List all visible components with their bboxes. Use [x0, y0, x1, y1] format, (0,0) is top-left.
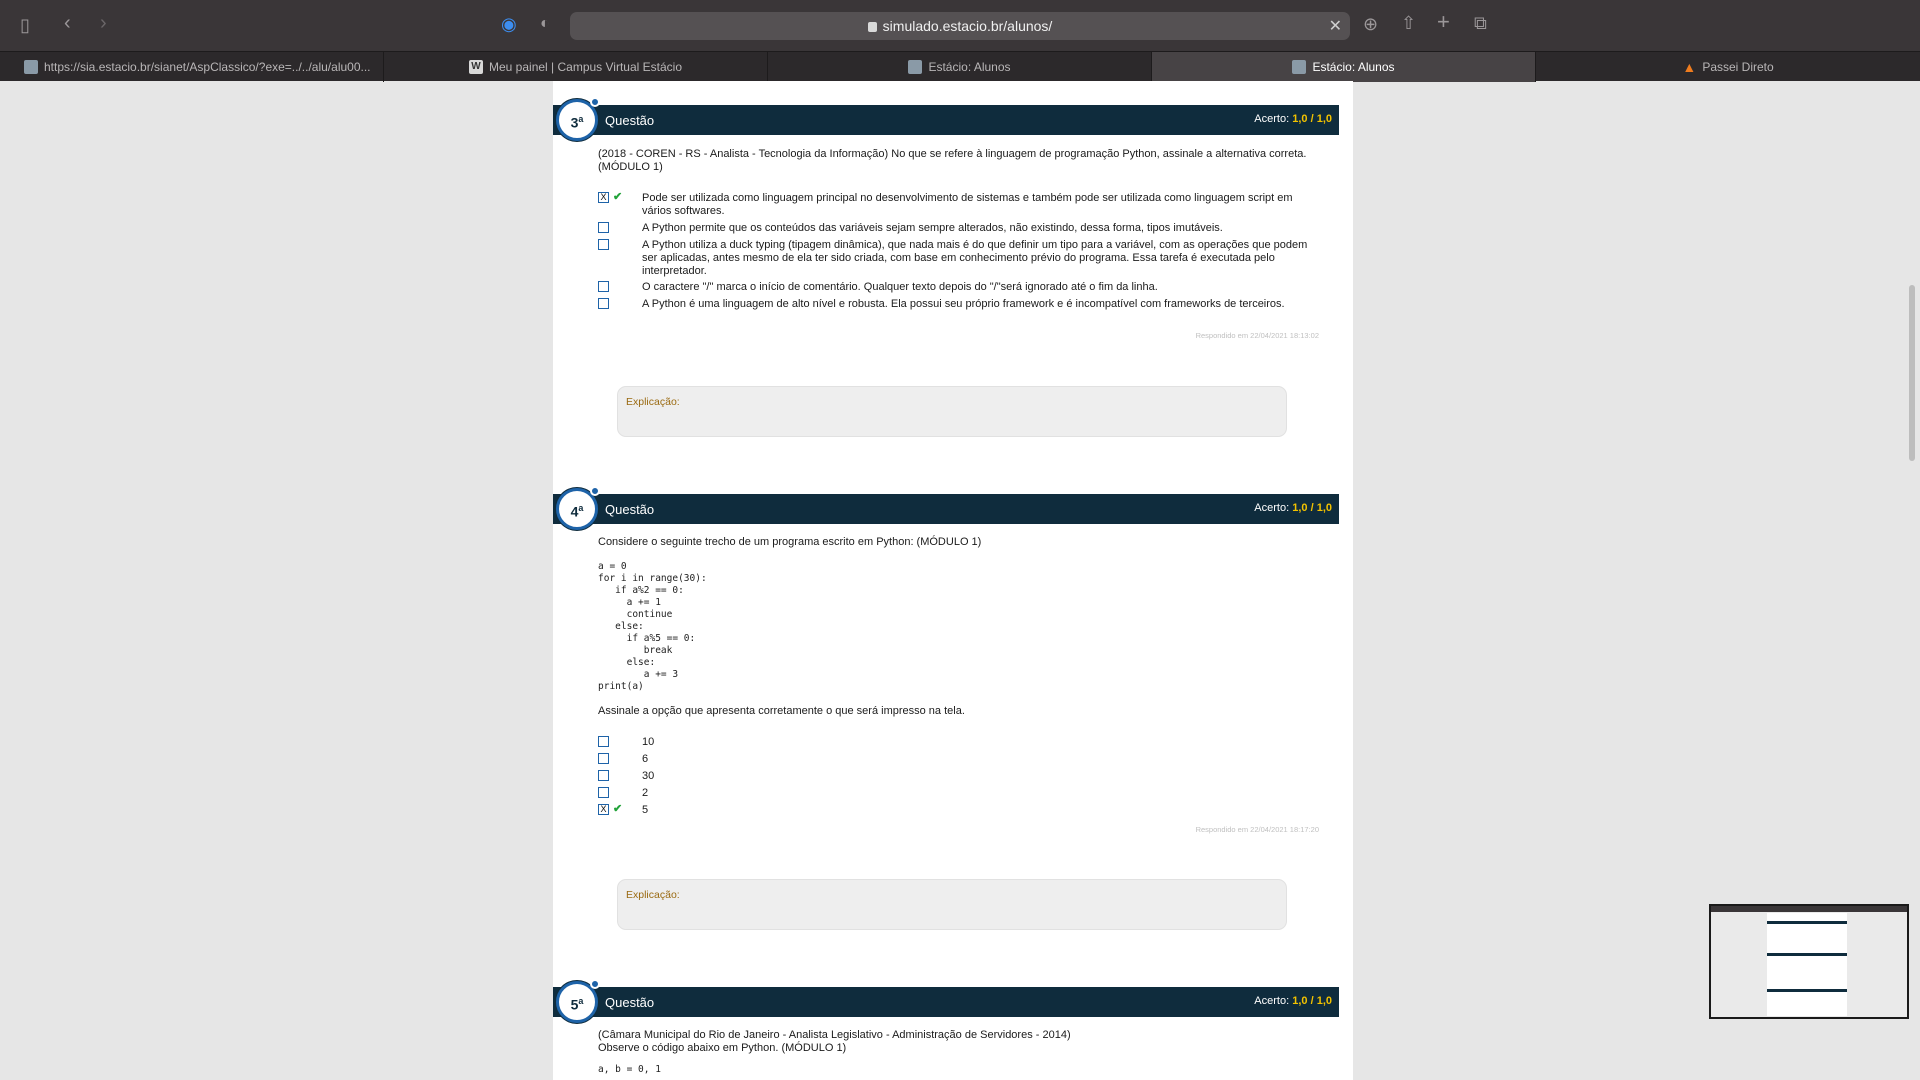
code-snippet: a, b = 0, 1	[598, 1064, 661, 1075]
question-title: Questão	[605, 113, 655, 128]
answer-option[interactable]: O caractere "/" marca o início de coment…	[598, 281, 1318, 295]
answer-option[interactable]: A Python utiliza a duck typing (tipagem …	[598, 239, 1318, 278]
tab-bar: https://sia.estacio.br/sianet/AspClassic…	[0, 51, 1920, 82]
checkbox-checked[interactable]: X	[598, 192, 609, 203]
answered-timestamp: Respondido em 22/04/2021 18:13:02	[1195, 331, 1319, 340]
explanation-label: Explicação:	[626, 889, 680, 901]
back-icon[interactable]: ‹	[64, 13, 71, 33]
option-text: A Python permite que os conteúdos das va…	[642, 222, 1223, 234]
w-favicon-icon: W	[469, 60, 483, 74]
window-thumbnail-preview[interactable]	[1709, 904, 1909, 1019]
checkbox-checked[interactable]: X	[598, 804, 609, 815]
share-icon[interactable]: ⇧	[1401, 13, 1416, 33]
code-snippet: a = 0 for i in range(30): if a%2 == 0: a…	[598, 561, 707, 692]
question-title: Questão	[605, 502, 655, 517]
checkbox[interactable]	[598, 239, 609, 250]
question-number-badge: 4a	[556, 486, 600, 530]
question-header: Questão Acerto: 1,0 / 1,0	[553, 987, 1339, 1017]
url-text: simulado.estacio.br/alunos/	[882, 18, 1053, 34]
lock-icon	[867, 22, 877, 32]
option-text: Pode ser utilizada como linguagem princi…	[642, 192, 1293, 217]
clear-url-icon[interactable]: ✕	[1329, 16, 1342, 36]
question-statement: Considere o seguinte trecho de um progra…	[598, 536, 982, 548]
explanation-box: Explicação:	[617, 386, 1287, 437]
answer-option[interactable]: 6	[598, 753, 1318, 767]
question-score: Acerto: 1,0 / 1,0	[1254, 995, 1332, 1007]
option-text: 5	[642, 804, 649, 816]
tab-label: Meu painel | Campus Virtual Estácio	[489, 60, 682, 74]
page-scrollbar[interactable]	[1909, 285, 1915, 461]
site-favicon-icon	[24, 60, 38, 74]
answer-option[interactable]: A Python é uma linguagem de alto nível e…	[598, 298, 1318, 324]
exam-page: Questão Acerto: 1,0 / 1,0 3a (2018 - COR…	[553, 81, 1353, 1080]
checkbox[interactable]	[598, 736, 609, 747]
answer-option[interactable]: X ✔ 5	[598, 803, 1318, 818]
answer-option[interactable]: 30	[598, 770, 1318, 784]
tab-overview-icon[interactable]: ⧉	[1474, 13, 1487, 33]
sidebar-toggle-icon[interactable]: ▯	[20, 15, 30, 35]
new-tab-icon[interactable]: +	[1437, 11, 1450, 33]
shield-icon[interactable]: ◐	[540, 14, 550, 34]
question-statement: (2018 - COREN - RS - Analista - Tecnolog…	[598, 148, 1307, 173]
explanation-label: Explicação:	[626, 396, 680, 408]
option-text: A Python utiliza a duck typing (tipagem …	[642, 239, 1308, 277]
question-title: Questão	[605, 995, 655, 1010]
answer-option[interactable]: X ✔ Pode ser utilizada como linguagem pr…	[598, 191, 1318, 218]
correct-check-icon: ✔	[613, 191, 623, 203]
option-text: 6	[642, 753, 649, 765]
question-header: Questão Acerto: 1,0 / 1,0	[553, 494, 1339, 524]
question-number-badge: 5a	[556, 979, 600, 1023]
tab-estacio-alunos-1[interactable]: Estácio: Alunos	[768, 52, 1152, 82]
tab-sia[interactable]: https://sia.estacio.br/sianet/AspClassic…	[0, 52, 384, 82]
option-text: 30	[642, 770, 655, 782]
option-text: A Python é uma linguagem de alto nível e…	[642, 298, 1285, 310]
checkbox[interactable]	[598, 281, 609, 292]
checkbox[interactable]	[598, 222, 609, 233]
checkbox[interactable]	[598, 753, 609, 764]
tab-campus-virtual[interactable]: W Meu painel | Campus Virtual Estácio	[384, 52, 768, 82]
checkbox[interactable]	[598, 787, 609, 798]
question-score: Acerto: 1,0 / 1,0	[1254, 113, 1332, 125]
answered-timestamp: Respondido em 22/04/2021 18:17:20	[1195, 825, 1319, 834]
checkbox[interactable]	[598, 298, 609, 309]
extension-icon[interactable]: ◉	[501, 14, 517, 34]
address-bar[interactable]: simulado.estacio.br/alunos/ ✕	[570, 12, 1350, 40]
option-text: 2	[642, 787, 649, 799]
correct-check-icon: ✔	[613, 803, 623, 815]
download-icon[interactable]: ⊕	[1363, 14, 1378, 34]
answer-option[interactable]: A Python permite que os conteúdos das va…	[598, 222, 1318, 236]
tab-label: Estácio: Alunos	[1312, 60, 1395, 74]
answer-option[interactable]: 2	[598, 787, 1318, 801]
tab-passei-direto[interactable]: ▲ Passei Direto	[1536, 52, 1920, 82]
estacio-favicon-icon	[908, 60, 923, 74]
answer-option[interactable]: 10	[598, 736, 1318, 750]
question-header: Questão Acerto: 1,0 / 1,0	[553, 105, 1339, 135]
tab-label: Estácio: Alunos	[928, 60, 1011, 74]
question-statement: (Câmara Municipal do Rio de Janeiro - An…	[598, 1029, 1071, 1041]
forward-icon[interactable]: ›	[100, 13, 107, 33]
question-prompt: Assinale a opção que apresenta corretame…	[598, 705, 965, 717]
checkbox[interactable]	[598, 770, 609, 781]
option-text: 10	[642, 736, 655, 748]
question-number-badge: 3a	[556, 97, 600, 141]
option-text: O caractere "/" marca o início de coment…	[642, 281, 1158, 293]
tab-estacio-alunos-active[interactable]: Estácio: Alunos	[1152, 52, 1536, 82]
question-statement-line2: Observe o código abaixo em Python. (MÓDU…	[598, 1042, 847, 1054]
graduation-cap-icon: ▲	[1682, 59, 1697, 75]
estacio-favicon-icon	[1292, 60, 1307, 74]
tab-label: Passei Direto	[1702, 60, 1774, 74]
browser-toolbar: ▯ ‹ › ◉ ◐ simulado.estacio.br/alunos/ ✕ …	[0, 0, 1920, 51]
tab-label: https://sia.estacio.br/sianet/AspClassic…	[44, 60, 371, 74]
question-score: Acerto: 1,0 / 1,0	[1254, 502, 1332, 514]
explanation-box: Explicação:	[617, 879, 1287, 930]
